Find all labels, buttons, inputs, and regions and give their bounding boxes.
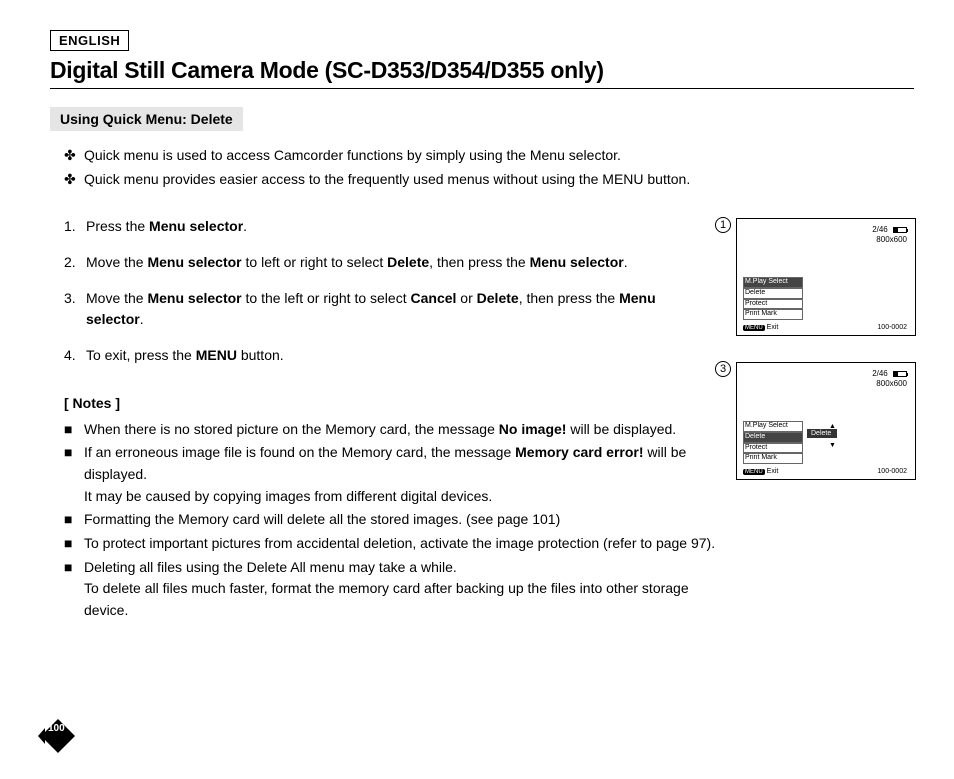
figure-badge: 1 [715, 217, 731, 233]
exit-hint: MENUExit [743, 468, 778, 475]
image-resolution: 800x600 [872, 379, 907, 389]
note-text: Formatting the Memory card will delete a… [84, 509, 560, 531]
note-item: ■ When there is no stored picture on the… [64, 419, 724, 441]
square-bullet-icon: ■ [64, 509, 84, 531]
maltese-bullet-icon: ✤ [64, 169, 84, 191]
figure-status: 2/46 800x600 [872, 225, 907, 246]
quick-menu: M.Play Select Delete Protect Print Mark [743, 277, 803, 320]
note-item: ■ Deleting all files using the Delete Al… [64, 557, 724, 622]
step-number: 2. [64, 252, 86, 274]
feature-list: ✤ Quick menu is used to access Camcorder… [50, 145, 914, 190]
page-title: Digital Still Camera Mode (SC-D353/D354/… [50, 57, 914, 89]
step-text: Move the Menu selector to the left or ri… [86, 288, 664, 331]
square-bullet-icon: ■ [64, 419, 84, 441]
step-text: Press the Menu selector. [86, 216, 247, 238]
feature-text: Quick menu provides easier access to the… [84, 169, 690, 191]
step-item: 3. Move the Menu selector to the left or… [64, 288, 664, 331]
menu-item: Protect [743, 299, 803, 310]
menu-item: Delete [743, 288, 803, 299]
step-number: 3. [64, 288, 86, 331]
menu-button-icon: MENU [743, 325, 765, 331]
menu-item: Delete [743, 432, 803, 443]
file-id: 100-0002 [877, 468, 907, 475]
note-text: To protect important pictures from accid… [84, 533, 715, 555]
menu-button-icon: MENU [743, 469, 765, 475]
square-bullet-icon: ■ [64, 442, 84, 507]
step-item: 2. Move the Menu selector to left or rig… [64, 252, 664, 274]
page-number-badge: 100 [38, 719, 72, 753]
note-item: ■ If an erroneous image file is found on… [64, 442, 724, 507]
step-number: 1. [64, 216, 86, 238]
image-counter: 2/46 [872, 369, 888, 378]
image-resolution: 800x600 [872, 235, 907, 245]
note-text: Deleting all files using the Delete All … [84, 557, 724, 622]
note-text: If an erroneous image file is found on t… [84, 442, 724, 507]
step-item: 1. Press the Menu selector. [64, 216, 664, 238]
figures-column: 1 2/46 800x600 M.Play Select Delete Prot… [716, 218, 916, 506]
figure-3: 3 2/46 800x600 M.Play Select Delete Prot… [736, 362, 916, 480]
page-number: 100 [48, 723, 65, 734]
note-text: When there is no stored picture on the M… [84, 419, 676, 441]
note-item: ■ To protect important pictures from acc… [64, 533, 724, 555]
step-text: To exit, press the MENU button. [86, 345, 284, 367]
section-subheading: Using Quick Menu: Delete [50, 107, 243, 131]
feature-text: Quick menu is used to access Camcorder f… [84, 145, 621, 167]
square-bullet-icon: ■ [64, 557, 84, 622]
figure-1: 1 2/46 800x600 M.Play Select Delete Prot… [736, 218, 916, 336]
quick-menu: M.Play Select Delete Protect Print Mark [743, 421, 803, 464]
figure-status: 2/46 800x600 [872, 369, 907, 390]
maltese-bullet-icon: ✤ [64, 145, 84, 167]
submenu-item: Delete [807, 429, 837, 438]
menu-item: M.Play Select [743, 421, 803, 432]
menu-item: Protect [743, 443, 803, 454]
square-bullet-icon: ■ [64, 533, 84, 555]
note-item: ■ Formatting the Memory card will delete… [64, 509, 724, 531]
figure-badge: 3 [715, 361, 731, 377]
language-box: ENGLISH [50, 30, 129, 51]
exit-hint: MENUExit [743, 324, 778, 331]
step-item: 4. To exit, press the MENU button. [64, 345, 664, 367]
battery-icon [893, 371, 907, 377]
feature-item: ✤ Quick menu is used to access Camcorder… [64, 145, 914, 167]
image-counter: 2/46 [872, 225, 888, 234]
menu-item: M.Play Select [743, 277, 803, 288]
menu-item: Print Mark [743, 453, 803, 464]
battery-icon [893, 227, 907, 233]
file-id: 100-0002 [877, 324, 907, 331]
step-text: Move the Menu selector to left or right … [86, 252, 628, 274]
menu-item: Print Mark [743, 309, 803, 320]
step-number: 4. [64, 345, 86, 367]
feature-item: ✤ Quick menu provides easier access to t… [64, 169, 914, 191]
